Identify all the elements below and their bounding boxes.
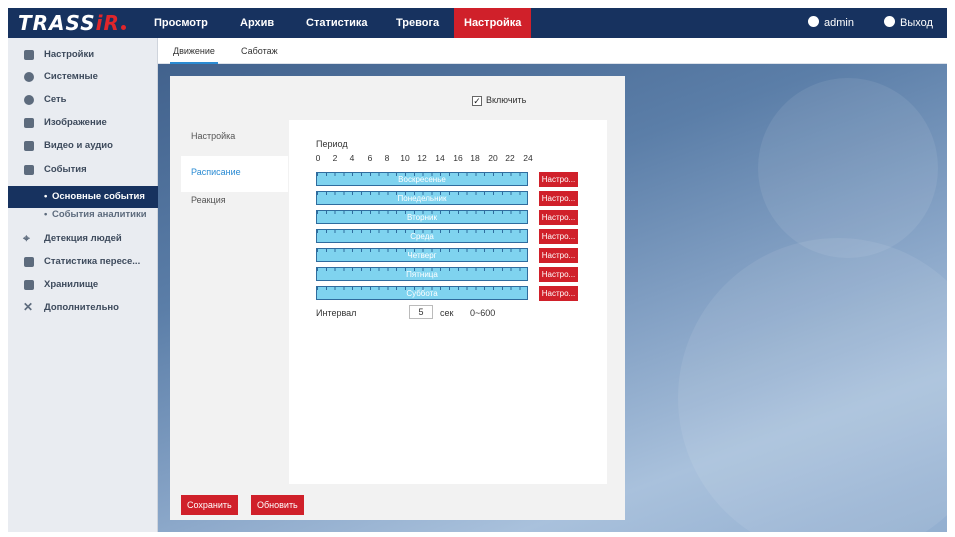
sidebar-item-events[interactable]: События (8, 159, 158, 181)
schedule-bar-sunday[interactable]: Воскресенье (316, 172, 528, 186)
period-label: Период (316, 139, 348, 149)
schedule-set-button[interactable]: Настро... (539, 229, 578, 244)
schedule-set-button[interactable]: Настро... (539, 191, 578, 206)
tab-tamper[interactable]: Саботаж (238, 38, 281, 64)
schedule-bar-wednesday[interactable]: Среда (316, 229, 528, 243)
enable-checkbox[interactable]: ✓ (472, 96, 482, 106)
schedule-set-button[interactable]: Настро... (539, 210, 578, 225)
hour-label: 14 (435, 153, 445, 163)
inner-tab-list: Настройка Расписание Реакция (181, 120, 289, 484)
sidebar-item-system[interactable]: Системные (8, 66, 158, 88)
storage-icon (24, 280, 34, 290)
schedule-set-button[interactable]: Настро... (539, 286, 578, 301)
sub-tab-bar: Движение Саботаж (158, 38, 947, 64)
schedule-set-button[interactable]: Настро... (539, 248, 578, 263)
hour-label: 22 (505, 153, 515, 163)
nav-settings[interactable]: Настройка (454, 8, 532, 38)
tab-motion[interactable]: Движение (170, 38, 218, 64)
person-detect-icon: ⌖ (23, 231, 30, 245)
interval-label: Интервал (316, 308, 357, 318)
schedule-set-button[interactable]: Настро... (539, 172, 578, 187)
sidebar-item-video-audio[interactable]: Видео и аудио (8, 135, 158, 157)
nav-alarm[interactable]: Тревога (386, 8, 449, 38)
schedule-bar-monday[interactable]: Понедельник (316, 191, 528, 205)
schedule-bar-thursday[interactable]: Четверг (316, 248, 528, 262)
tools-icon: ✕ (23, 300, 34, 314)
hour-label: 24 (523, 153, 533, 163)
refresh-button[interactable]: Обновить (251, 495, 304, 515)
sidebar-item-crossing-stats[interactable]: Статистика пересе... (8, 251, 158, 273)
background-decoration (758, 78, 938, 258)
nav-statistics[interactable]: Статистика (296, 8, 378, 38)
user-icon (808, 16, 819, 27)
stats-icon (24, 257, 34, 267)
schedule-bar-saturday[interactable]: Суббота (316, 286, 528, 300)
hour-label: 8 (384, 153, 390, 163)
globe-icon (24, 95, 34, 105)
schedule-set-button[interactable]: Настро... (539, 267, 578, 282)
hour-label: 20 (488, 153, 498, 163)
hour-label: 12 (417, 153, 427, 163)
background-decoration (678, 238, 947, 532)
info-icon (24, 72, 34, 82)
hour-label: 10 (400, 153, 410, 163)
enable-label: Включить (486, 95, 527, 105)
sidebar: Настройки Системные Сеть Изображение Вид… (8, 38, 158, 532)
image-icon (24, 118, 34, 128)
hour-label: 0 (315, 153, 321, 163)
interval-unit: сек (440, 308, 454, 318)
schedule-bar-friday[interactable]: Пятница (316, 267, 528, 281)
sidebar-item-image[interactable]: Изображение (8, 112, 158, 134)
sidebar-item-storage[interactable]: Хранилище (8, 274, 158, 296)
user-menu[interactable]: admin (808, 8, 854, 38)
hour-label: 16 (453, 153, 463, 163)
sidebar-item-settings[interactable]: Настройки (8, 44, 158, 66)
video-icon (24, 141, 34, 151)
top-bar: TRASSiR Просмотр Архив Статистика Тревог… (8, 8, 947, 38)
hour-label: 4 (349, 153, 355, 163)
sidebar-item-advanced[interactable]: ✕ Дополнительно (8, 297, 158, 319)
logout-icon (884, 16, 895, 27)
logout-button[interactable]: Выход (884, 8, 933, 38)
nav-view[interactable]: Просмотр (144, 8, 218, 38)
trassir-logo: TRASSiR (18, 11, 126, 35)
schedule-bar-tuesday[interactable]: Вторник (316, 210, 528, 224)
tab-reaction[interactable]: Реакция (181, 184, 288, 220)
sidebar-item-network[interactable]: Сеть (8, 89, 158, 111)
interval-range: 0~600 (470, 308, 496, 318)
sidebar-item-analytics-events[interactable]: События аналитики (8, 204, 158, 226)
interval-input[interactable] (409, 305, 433, 319)
hour-label: 2 (332, 153, 338, 163)
sidebar-item-person-detection[interactable]: ⌖ Детекция людей (8, 228, 158, 250)
hour-label: 18 (470, 153, 480, 163)
tab-config[interactable]: Настройка (181, 120, 288, 156)
monitor-icon (24, 50, 34, 60)
event-icon (24, 165, 34, 175)
save-button[interactable]: Сохранить (181, 495, 238, 515)
nav-archive[interactable]: Архив (230, 8, 284, 38)
hour-label: 6 (367, 153, 373, 163)
